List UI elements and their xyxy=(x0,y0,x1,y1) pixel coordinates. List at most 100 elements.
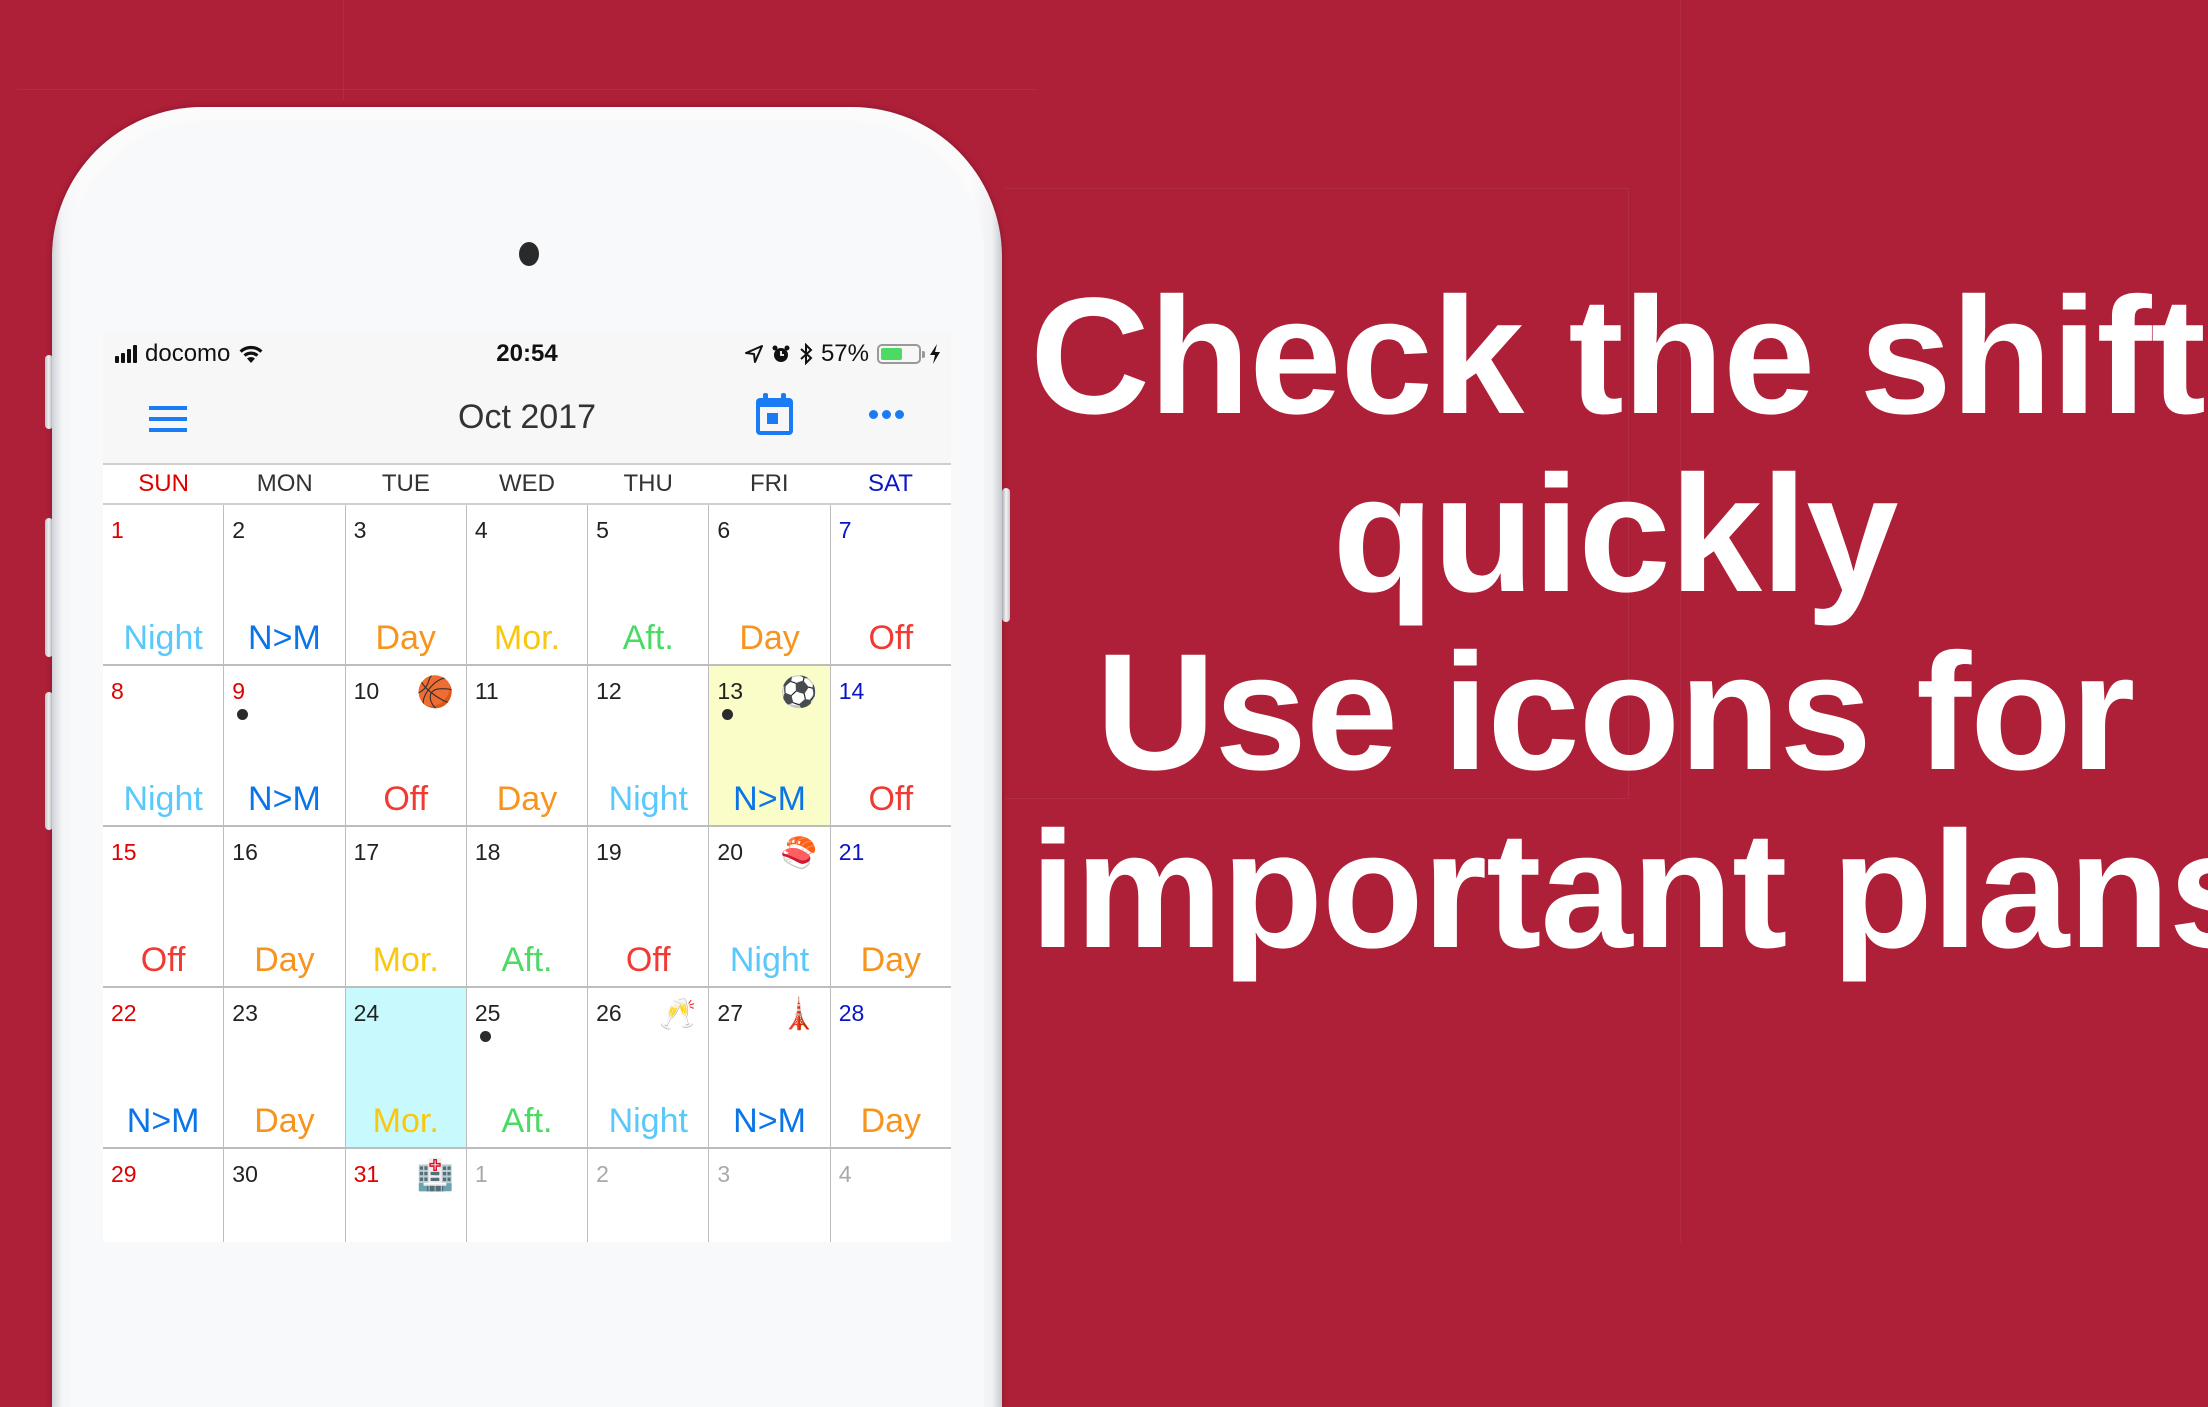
calendar-day-cell[interactable]: 3 xyxy=(709,1149,831,1242)
day-number: 18 xyxy=(474,839,501,865)
calendar-day-cell[interactable]: 6 Day xyxy=(709,505,831,664)
calendar-week-row: 22 N>M 23 Day 24 Mor. 25 Aft. 26 🥂 Night 27 🗼 N>M 28 Da… xyxy=(103,988,951,1149)
shift-label: Night xyxy=(608,780,688,818)
calendar-day-cell[interactable]: 8 Night xyxy=(103,666,225,825)
calendar-day-cell[interactable]: 29 xyxy=(103,1149,225,1242)
battery-level-fill xyxy=(881,348,902,360)
day-number: 22 xyxy=(111,1000,137,1026)
calendar-day-cell[interactable]: 31 🏥 xyxy=(346,1149,467,1242)
calendar-day-cell[interactable]: 7 Off xyxy=(831,505,951,664)
day-number: 26 xyxy=(596,1000,622,1026)
calendar-day-cell[interactable]: 1 Night xyxy=(103,505,225,664)
shift-label: Mor. xyxy=(493,619,561,657)
event-dot-icon xyxy=(722,709,734,720)
calendar-day-cell[interactable]: 1 xyxy=(467,1149,589,1242)
calendar-day-cell[interactable]: 11 Day xyxy=(467,666,589,825)
proximity-sensor xyxy=(519,242,539,266)
day-number: 10 xyxy=(353,678,380,704)
shift-label: Off xyxy=(868,619,914,657)
calendar-day-cell[interactable]: 10 🏀 Off xyxy=(346,666,467,825)
day-number: 21 xyxy=(838,839,865,865)
app-screen: docomo 20:54 57% Oct 2017 SUN MON TUE WE… xyxy=(103,332,951,1242)
day-number: 20 xyxy=(717,839,743,865)
day-number: 2 xyxy=(596,1161,609,1187)
shift-label: Night xyxy=(123,780,203,818)
calendar-day-cell[interactable]: 4 xyxy=(831,1149,951,1242)
shift-label: N>M xyxy=(126,1102,200,1140)
calendar-day-cell[interactable]: 2 N>M xyxy=(224,505,346,664)
calendar-day-cell[interactable]: 2 xyxy=(588,1149,710,1242)
calendar-day-cell[interactable]: 12 Night xyxy=(588,666,710,825)
shift-label: Off xyxy=(383,780,429,818)
day-number: 4 xyxy=(474,517,488,543)
calendar-day-cell[interactable]: 30 xyxy=(224,1149,346,1242)
calendar-day-cell[interactable]: 21 Day xyxy=(831,827,951,986)
weekday-header: SUN MON TUE WED THU FRI SAT xyxy=(103,465,951,505)
calendar-day-cell[interactable]: 5 Aft. xyxy=(588,505,710,664)
shift-label: N>M xyxy=(733,1102,806,1140)
month-title[interactable]: Oct 2017 xyxy=(103,398,951,437)
weekday-sun: SUN xyxy=(138,470,189,497)
sushi-icon: 🍣 xyxy=(780,837,818,870)
calendar-day-cell[interactable]: 16 Day xyxy=(224,827,346,986)
day-number: 6 xyxy=(717,517,731,543)
champagne-toast-icon: 🥂 xyxy=(659,998,697,1031)
battery-icon xyxy=(877,344,925,364)
day-number: 17 xyxy=(353,839,380,865)
status-bar: docomo 20:54 57% xyxy=(103,332,951,374)
calendar-day-cell[interactable]: 15 Off xyxy=(103,827,225,986)
calendar-day-cell[interactable]: 28 Day xyxy=(831,988,951,1147)
day-number: 14 xyxy=(838,678,865,704)
background-guide xyxy=(343,0,344,100)
weekday-mon: MON xyxy=(256,470,313,497)
calendar-day-cell[interactable]: 26 🥂 Night xyxy=(588,988,710,1147)
shift-label: N>M xyxy=(248,780,321,818)
calendar-day-cell[interactable]: 24 Mor. xyxy=(345,988,467,1147)
headline-line-1: Check the shifts xyxy=(1030,264,2208,449)
bluetooth-icon xyxy=(800,343,813,365)
day-number: 12 xyxy=(596,678,622,704)
shift-label: Day xyxy=(860,941,922,979)
shift-label: Off xyxy=(140,941,186,979)
calendar-day-cell[interactable]: 9 N>M xyxy=(224,666,346,825)
shift-label: Aft. xyxy=(501,1102,553,1140)
calendar-day-cell[interactable]: 18 Aft. xyxy=(467,827,589,986)
calendar-day-cell[interactable]: 4 Mor. xyxy=(467,505,589,664)
calendar-day-cell[interactable]: 22 N>M xyxy=(103,988,225,1147)
calendar-day-cell[interactable]: 23 Day xyxy=(224,988,346,1147)
day-number: 3 xyxy=(353,517,367,543)
hospital-icon: 🏥 xyxy=(416,1159,454,1192)
calendar-grid: 1 Night 2 N>M 3 Day 4 Mor. 5 Aft. 6 Day 7 Off 8 Night 9 N… xyxy=(103,505,951,1242)
shift-label: Day xyxy=(860,1102,922,1140)
shift-label: Aft. xyxy=(501,941,553,979)
calendar-today-icon[interactable] xyxy=(756,393,793,435)
shift-label: N>M xyxy=(248,619,321,657)
calendar-day-cell[interactable]: 3 Day xyxy=(346,505,467,664)
day-number: 28 xyxy=(838,1000,865,1026)
location-icon xyxy=(744,345,763,363)
calendar-day-cell[interactable]: 25 Aft. xyxy=(467,988,589,1147)
day-number: 11 xyxy=(474,678,499,704)
calendar-week-row: 29 30 31 🏥 1 2 3 4 xyxy=(103,1149,951,1242)
day-number: 1 xyxy=(474,1161,488,1187)
day-number: 31 xyxy=(353,1161,380,1187)
power-button xyxy=(1002,488,1010,622)
soccer-ball-icon: ⚽ xyxy=(780,676,818,709)
day-number: 4 xyxy=(838,1161,852,1187)
charging-icon xyxy=(930,344,940,364)
calendar-day-cell[interactable]: 19 Off xyxy=(588,827,710,986)
calendar-day-cell[interactable]: 27 🗼 N>M xyxy=(709,988,831,1147)
day-number: 27 xyxy=(717,1000,743,1026)
shift-label: Mor. xyxy=(372,1102,439,1140)
shift-label: Day xyxy=(375,619,436,657)
day-number: 5 xyxy=(596,517,609,543)
more-dots-icon[interactable] xyxy=(869,410,905,422)
calendar-day-cell[interactable]: 13 ⚽ N>M xyxy=(709,666,831,825)
shift-label: Off xyxy=(625,941,671,979)
calendar-day-cell[interactable]: 14 Off xyxy=(831,666,951,825)
promo-headline: Check the shifts quickly Use icons for i… xyxy=(1030,264,2208,980)
day-number: 16 xyxy=(232,839,258,865)
headline-line-3: Use icons for xyxy=(1095,620,2136,805)
calendar-day-cell[interactable]: 20 🍣 Night xyxy=(709,827,831,986)
calendar-day-cell[interactable]: 17 Mor. xyxy=(346,827,467,986)
